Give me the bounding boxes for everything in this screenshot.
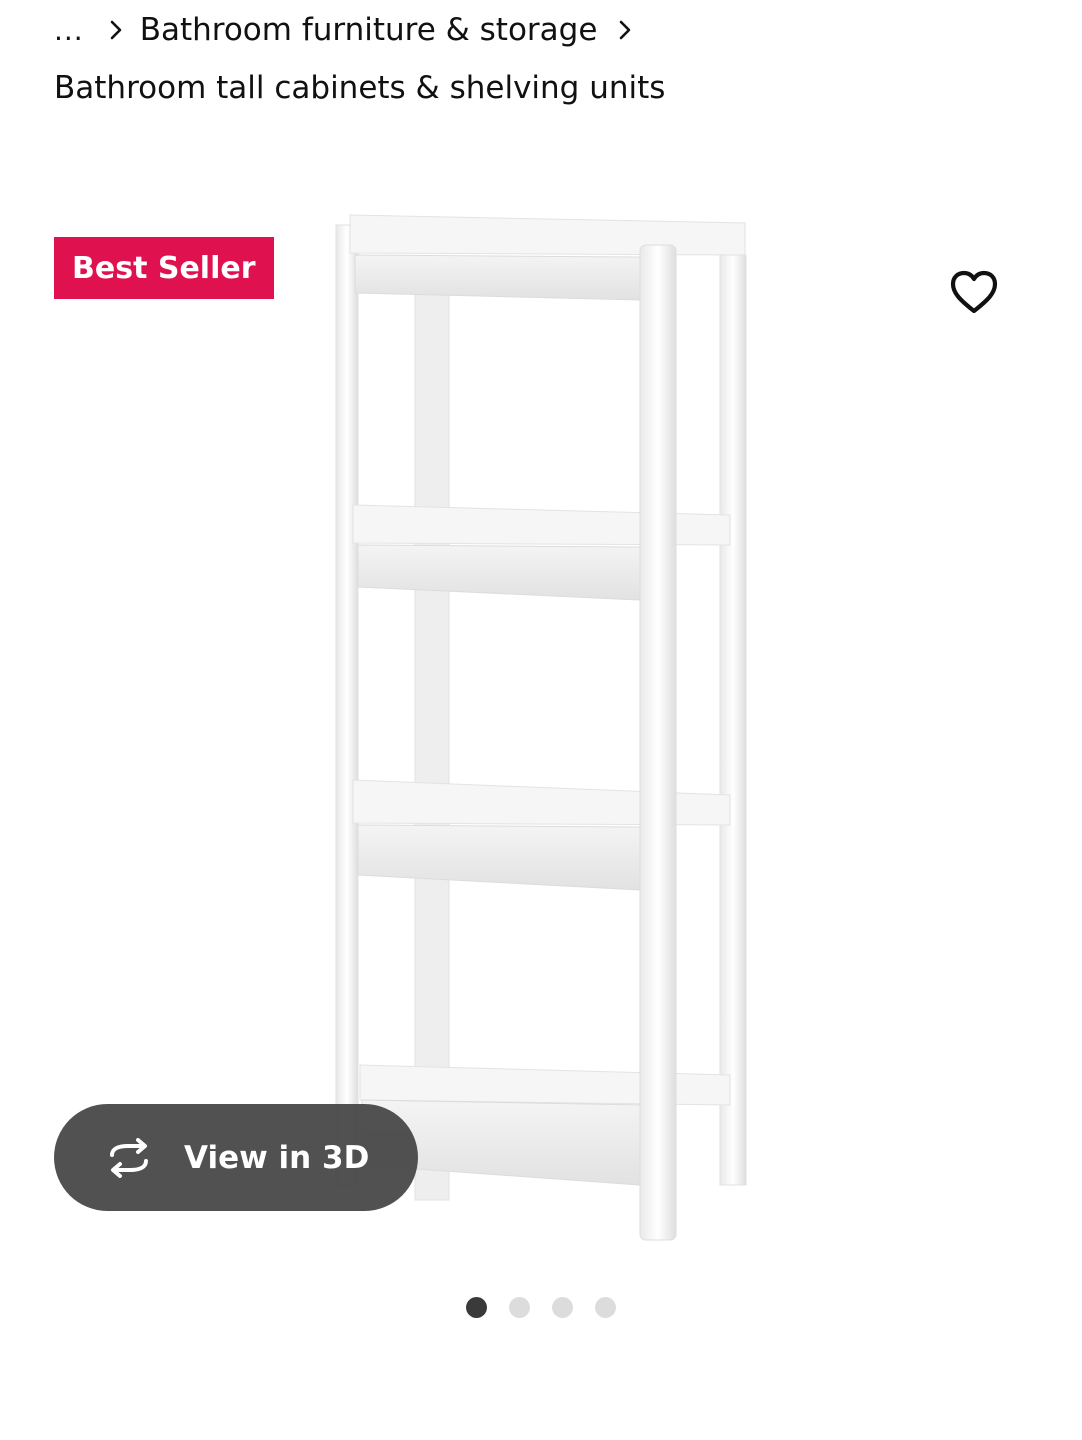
add-to-favorites-button[interactable] — [942, 260, 1006, 324]
breadcrumb-ellipsis[interactable]: ... — [54, 14, 84, 47]
view-in-3d-label: View in 3D — [184, 1139, 370, 1176]
heart-outline-icon — [950, 270, 998, 314]
pagination-dot-4[interactable] — [595, 1297, 616, 1318]
product-image-shelving-unit — [335, 214, 747, 1241]
view-in-3d-button[interactable]: View in 3D — [54, 1104, 418, 1211]
product-page: ... Bathroom furniture & storage Bathroo… — [0, 0, 1082, 1440]
best-seller-badge: Best Seller — [54, 237, 274, 299]
pagination-dot-3[interactable] — [552, 1297, 573, 1318]
breadcrumb-link-tall-cabinets[interactable]: Bathroom tall cabinets & shelving units — [54, 70, 665, 106]
pagination-dot-2[interactable] — [509, 1297, 530, 1318]
chevron-right-icon — [615, 15, 635, 45]
breadcrumb-link-bathroom-furniture[interactable]: Bathroom furniture & storage — [140, 12, 598, 48]
rotate-3d-icon — [100, 1137, 158, 1178]
image-pagination — [0, 1297, 1082, 1318]
pagination-dot-1[interactable] — [466, 1297, 487, 1318]
breadcrumb: ... Bathroom furniture & storage — [54, 6, 649, 54]
chevron-right-icon — [106, 15, 126, 45]
